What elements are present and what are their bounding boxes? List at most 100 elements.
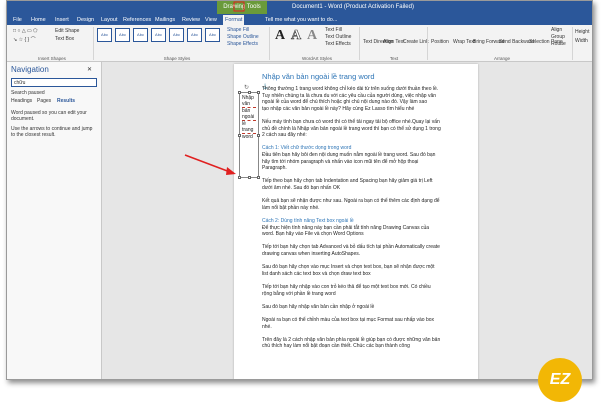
- tab-pages[interactable]: Pages: [37, 98, 51, 104]
- doc-line: ngoài lề của word để chú thích hoặc ghi …: [262, 99, 428, 106]
- ez-logo: EZ: [538, 358, 582, 402]
- doc-line: Tiếp tới bạn hãy nhập vào con trỏ kéo th…: [262, 284, 431, 290]
- resize-handle[interactable]: [238, 176, 241, 179]
- textbox-line: bản ngoài: [242, 108, 256, 121]
- shape-style-6[interactable]: Abc: [187, 28, 202, 42]
- doc-line: Trên đây là 2 cách nhập văn bản phía ngo…: [262, 336, 441, 343]
- tab-results[interactable]: Results: [57, 98, 75, 104]
- shape-style-2[interactable]: Abc: [115, 28, 130, 42]
- height-field[interactable]: Height: [575, 29, 589, 35]
- doc-line: tạo nhập các văn bản ngoài lề này? Hãy c…: [262, 105, 415, 112]
- resize-handle[interactable]: [248, 91, 251, 94]
- tab-references[interactable]: References: [121, 15, 153, 25]
- doc-line: Cách 1: Viết chữ thước dọng trong word: [262, 145, 352, 152]
- wrap-text-button[interactable]: Wrap Text: [453, 39, 475, 45]
- window-title: Document1 - Word (Product Activation Fai…: [292, 4, 414, 10]
- rotate-button[interactable]: Rotate: [551, 41, 566, 47]
- shape-style-5[interactable]: Abc: [169, 28, 184, 42]
- doc-line: nhé.: [262, 323, 272, 330]
- resize-handle[interactable]: [238, 134, 241, 137]
- align-button[interactable]: Align: [551, 27, 562, 33]
- wordart-style-2[interactable]: A: [291, 28, 302, 44]
- search-value: chữu: [14, 80, 26, 86]
- nav-message-1: Word paused so you can edit your documen…: [11, 110, 87, 122]
- group-button[interactable]: Group: [551, 34, 565, 40]
- textbox-line: Nhập văn: [242, 95, 256, 108]
- edit-shape-button[interactable]: Edit Shape: [55, 28, 79, 34]
- text-group-label: Text: [389, 56, 399, 61]
- wordart-styles-label: WordArt Styles: [302, 56, 332, 61]
- doc-line: 2 cách sau đây nhé:: [262, 132, 307, 139]
- tab-file[interactable]: File: [11, 15, 24, 25]
- position-button[interactable]: Position: [431, 39, 449, 45]
- resize-handle[interactable]: [257, 134, 260, 137]
- tab-layout[interactable]: Layout: [99, 15, 120, 25]
- wordart-style-3[interactable]: A: [307, 28, 317, 44]
- shape-style-7[interactable]: Abc: [205, 28, 220, 42]
- resize-handle[interactable]: [257, 176, 260, 179]
- doc-line: Nếu máy tính bạn chưa có word thì có thể…: [262, 119, 440, 125]
- doc-line: Thông thường 1 trang word không chỉ kéo …: [262, 86, 439, 92]
- arrange-label: Arrange: [493, 56, 510, 61]
- tab-mailings[interactable]: Mailings: [153, 15, 177, 25]
- tab-insert[interactable]: Insert: [53, 15, 71, 25]
- doc-line: hãy tìm tới nhóm paragraph và nhấn vào i…: [262, 158, 419, 165]
- tab-headings[interactable]: Headings: [11, 98, 32, 104]
- shape-fill-button[interactable]: Shape Fill: [227, 27, 249, 33]
- margin-text-box[interactable]: Nhập văn bản ngoài lề trang word: [238, 91, 260, 179]
- resize-handle[interactable]: [238, 91, 241, 94]
- search-status: Search paused: [11, 90, 45, 96]
- tab-review[interactable]: Review: [180, 15, 202, 25]
- width-field[interactable]: Width: [575, 38, 588, 44]
- doc-line: rộng bằng với phần lề trang word: [262, 290, 336, 297]
- shape-style-4[interactable]: Abc: [151, 28, 166, 42]
- wordart-style-1[interactable]: A: [275, 28, 285, 44]
- textbox-line: lề trang: [242, 121, 256, 134]
- doc-line: làm nổi bật phần này nhé.: [262, 204, 320, 211]
- doc-line: Ngoài ra bạn có thể chỉnh màu của text b…: [262, 317, 435, 323]
- shape-gallery-row2[interactable]: ↘ ☆ { } ⌒: [13, 36, 36, 43]
- shape-outline-button[interactable]: Shape Outline: [227, 34, 259, 40]
- text-fill-button[interactable]: Text Fill: [325, 27, 342, 33]
- doc-line: Kết quả bạn sẽ nhận được như sau. Ngoài …: [262, 198, 440, 205]
- doc-line: dưới âm nhé. Sau đó bạn nhấn OK: [262, 185, 341, 191]
- shape-effects-button[interactable]: Shape Effects: [227, 41, 258, 47]
- doc-line: chủ đề chính là Nhập văn bản ngoài lề tr…: [262, 125, 441, 132]
- create-link-button[interactable]: Create Link: [403, 39, 429, 45]
- doc-line: Tiếp theo bạn hãy chọn tab Indentation a…: [262, 178, 433, 185]
- rotate-handle-icon[interactable]: ↻: [244, 84, 249, 91]
- document-page[interactable]: Nhập văn bản ngoài lề trang word Nhập vă…: [234, 64, 478, 379]
- nav-message-2: Use the arrows to continue and jump to t…: [11, 126, 93, 138]
- doc-line: Sau đó bạn hãy nhập văn bản cần nhập ở n…: [262, 303, 375, 310]
- document-area: Nhập văn bản ngoài lề trang word Nhập vă…: [103, 62, 592, 379]
- resize-handle[interactable]: [248, 176, 251, 179]
- doc-line: word. Bạn hãy vào File và chọn Word Opti…: [262, 231, 364, 238]
- text-effects-button[interactable]: Text Effects: [325, 41, 351, 47]
- word-window: Drawing Tools Document1 - Word (Product …: [6, 0, 593, 380]
- shape-style-1[interactable]: Abc: [97, 28, 112, 42]
- ribbon: □ ○ △ ▭ ⬠ ↘ ☆ { } ⌒ Edit Shape Text Box …: [7, 25, 592, 62]
- tab-format[interactable]: Format: [223, 15, 245, 25]
- search-input[interactable]: chữu: [11, 78, 97, 87]
- doc-line: drawing canvas when inserting AutoShapes…: [262, 251, 361, 257]
- tab-view[interactable]: View: [203, 15, 219, 25]
- text-outline-button[interactable]: Text Outline: [325, 34, 351, 40]
- doc-line: chú thích hay làm nổi bật đoạn cần thiết…: [262, 343, 410, 350]
- shape-style-3[interactable]: Abc: [133, 28, 148, 42]
- close-icon[interactable]: ✕: [87, 66, 92, 73]
- align-text-button[interactable]: Align Text: [383, 39, 405, 45]
- drawing-tools-context: Drawing Tools: [217, 1, 267, 14]
- doc-line: Tuy nhiên chúng ta là chưa du với các yê…: [262, 92, 437, 99]
- tab-home[interactable]: Home: [29, 15, 48, 25]
- insert-shapes-label: Insert Shapes: [38, 56, 66, 61]
- tab-design[interactable]: Design: [75, 15, 96, 25]
- doc-line: Để thực hiện tính năng này bạn cần phải …: [262, 224, 430, 231]
- textbox-line: word: [242, 134, 253, 140]
- shape-gallery[interactable]: □ ○ △ ▭ ⬠: [13, 28, 38, 34]
- tell-me-box[interactable]: Tell me what you want to do...: [265, 15, 337, 25]
- nav-title: Navigation: [11, 65, 49, 74]
- doc-line: Paragraph.: [262, 165, 287, 172]
- text-box-button[interactable]: Text Box: [55, 36, 74, 42]
- resize-handle[interactable]: [257, 91, 260, 94]
- ribbon-tabs: File Home Insert Design Layout Reference…: [7, 14, 592, 25]
